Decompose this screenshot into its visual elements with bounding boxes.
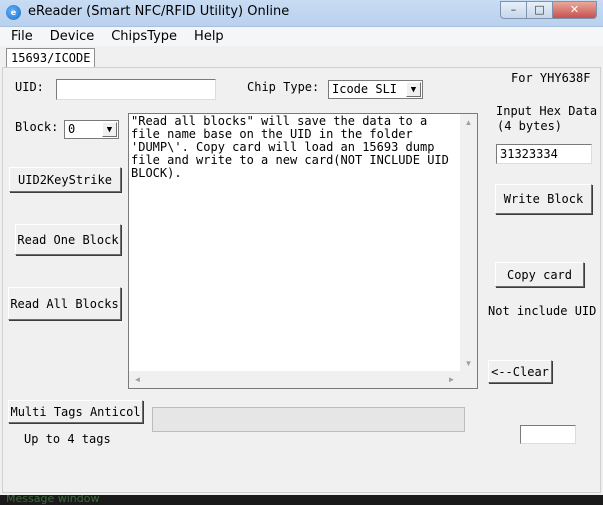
memo-text: "Read all blocks" will save the data to …	[131, 114, 457, 180]
chevron-down-icon[interactable]: ▼	[406, 82, 421, 97]
menu-bar: File Device ChipsType Help	[0, 27, 603, 46]
minimize-button[interactable]: –	[500, 1, 527, 19]
memo-vertical-scrollbar[interactable]: ▲ ▼	[460, 114, 477, 372]
scroll-left-icon[interactable]: ◄	[129, 371, 146, 388]
block-value: 0	[68, 122, 76, 136]
uid2keystrike-button[interactable]: UID2KeyStrike	[9, 167, 121, 192]
chip-type-label: Chip Type:	[247, 80, 320, 94]
tab-15693-icode[interactable]: 15693/ICODE	[6, 48, 96, 68]
chevron-down-icon[interactable]: ▼	[102, 122, 117, 137]
info-memo[interactable]: "Read all blocks" will save the data to …	[128, 113, 478, 389]
copy-card-button[interactable]: Copy card	[495, 262, 584, 287]
maximize-button[interactable]: □	[527, 1, 553, 19]
caption-buttons: – □ ✕	[500, 1, 597, 19]
read-all-blocks-button[interactable]: Read All Blocks	[8, 287, 121, 320]
not-include-uid-label: Not include UID	[488, 304, 597, 318]
close-button[interactable]: ✕	[553, 1, 597, 19]
scroll-right-icon[interactable]: ►	[443, 371, 460, 388]
uid-input[interactable]	[56, 79, 216, 100]
read-one-block-button[interactable]: Read One Block	[15, 224, 121, 255]
scroll-up-icon[interactable]: ▲	[460, 114, 477, 131]
app-window: e eReader (Smart NFC/RFID Utility) Onlin…	[0, 0, 603, 505]
menu-file[interactable]: File	[0, 29, 40, 44]
block-select[interactable]: 0 ▼	[64, 120, 119, 139]
memo-horizontal-scrollbar[interactable]: ◄ ►	[129, 371, 460, 388]
scrollbar-corner	[460, 371, 477, 388]
tab-strip: 15693/ICODE	[0, 46, 603, 68]
multi-tags-anticol-button[interactable]: Multi Tags Anticol	[8, 400, 143, 423]
menu-chipstype[interactable]: ChipsType	[101, 29, 184, 44]
menu-device[interactable]: Device	[40, 29, 101, 44]
message-window: Message window	[0, 495, 603, 505]
input-hex-label: Input Hex Data	[496, 104, 598, 118]
message-window-label: Message window	[6, 495, 100, 505]
uid-label: UID:	[15, 80, 44, 94]
progress-bar	[152, 407, 465, 432]
clear-button[interactable]: <--Clear	[488, 360, 552, 383]
menu-help[interactable]: Help	[184, 29, 231, 44]
up-to-tags-label: Up to 4 tags	[24, 432, 111, 446]
hex-data-input[interactable]: 31323334	[496, 144, 592, 164]
app-nfc-icon: e	[6, 5, 21, 20]
chip-type-select[interactable]: Icode SLI ▼	[328, 80, 423, 99]
scroll-down-icon[interactable]: ▼	[460, 355, 477, 372]
block-label: Block:	[15, 120, 59, 134]
input-hex-sublabel: (4 bytes)	[497, 119, 563, 133]
device-model-label: For YHY638F	[511, 71, 591, 85]
write-block-button[interactable]: Write Block	[495, 184, 592, 214]
tag-count-input[interactable]	[520, 425, 576, 444]
title-bar: e eReader (Smart NFC/RFID Utility) Onlin…	[0, 0, 603, 27]
window-title: eReader (Smart NFC/RFID Utility) Online	[28, 4, 290, 19]
chip-type-value: Icode SLI	[332, 82, 398, 96]
